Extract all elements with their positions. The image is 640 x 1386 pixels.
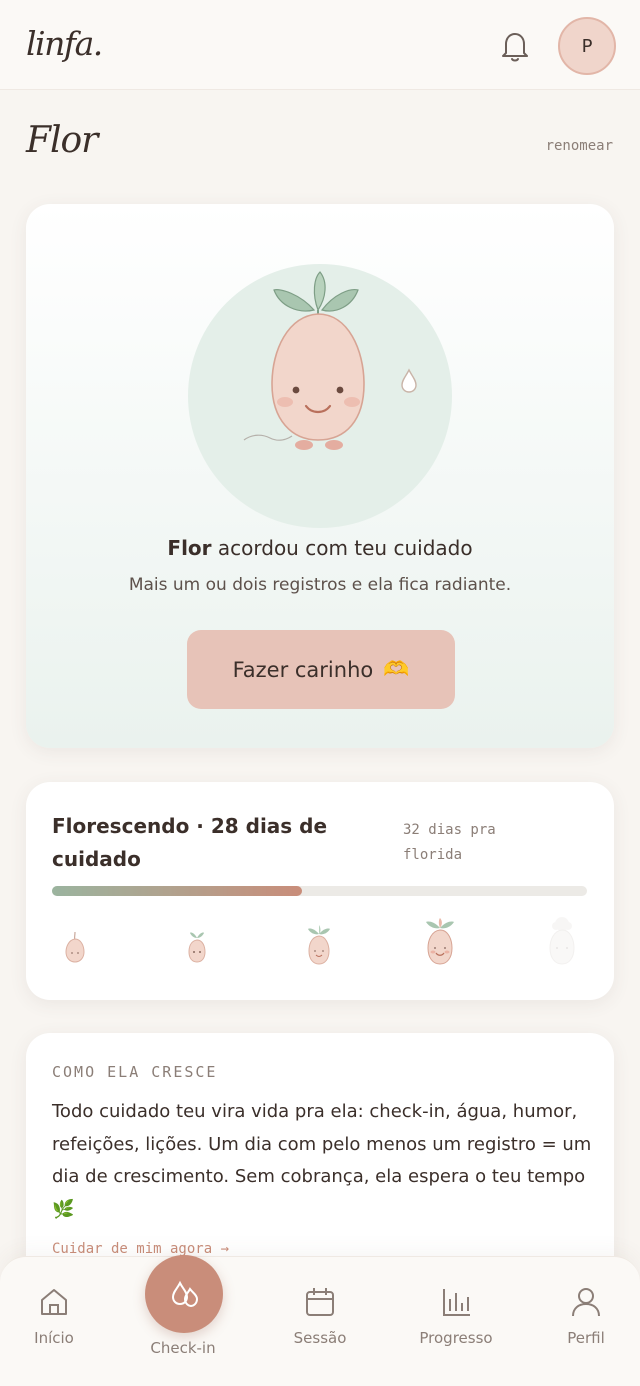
- drops-icon: [171, 1280, 199, 1308]
- stage-sprout-icon: [188, 932, 206, 963]
- hero-subtitle: Mais um ou dois registros e ela fica rad…: [128, 575, 512, 595]
- nav-item-inicio[interactable]: Início: [4, 1285, 104, 1347]
- nav-item-progresso[interactable]: Progresso: [406, 1285, 506, 1347]
- app-logo[interactable]: linfa.: [26, 24, 103, 63]
- bar-chart-icon: [443, 1289, 470, 1316]
- nav-label-inicio: Início: [34, 1329, 74, 1347]
- growth-progress-fill: [52, 886, 302, 896]
- user-icon: [572, 1288, 600, 1317]
- plant-name: Flor: [26, 120, 98, 161]
- stage-sapling-icon: [308, 925, 330, 965]
- nav-label-perfil: Perfil: [567, 1329, 605, 1347]
- top-bar: linfa. P: [0, 0, 640, 90]
- bottom-nav: Início Check-in Sessão Progresso Perfil: [0, 1255, 640, 1386]
- heart-hands-icon: 🫶: [383, 657, 410, 681]
- hero-title-name: Flor: [167, 536, 212, 560]
- check-in-button[interactable]: [145, 1255, 223, 1333]
- growth-stages: [52, 916, 587, 976]
- how-it-grows-text: Todo cuidado teu vira vida pra ela: chec…: [52, 1101, 592, 1220]
- plant-illustration: [243, 271, 417, 450]
- hero-title-rest: acordou com teu cuidado: [211, 536, 473, 560]
- home-icon: [41, 1289, 67, 1315]
- nav-label-progresso: Progresso: [419, 1329, 493, 1347]
- avatar[interactable]: P: [558, 17, 616, 75]
- growth-title: Florescendo · 28 dias de cuidado: [52, 814, 328, 871]
- stage-seed-icon: [65, 931, 85, 963]
- calendar-icon: [306, 1288, 334, 1316]
- growth-progress-card: Florescendo · 28 dias de cuidado 32 dias…: [26, 782, 614, 1000]
- nav-label-check-in[interactable]: Check-in: [133, 1339, 233, 1357]
- care-now-link[interactable]: Cuidar de mim agora →: [52, 1241, 229, 1257]
- fazer-carinho-button[interactable]: Fazer carinho 🫶: [187, 630, 455, 709]
- fazer-carinho-label: Fazer carinho: [232, 657, 374, 682]
- rename-link[interactable]: renomear: [546, 138, 613, 154]
- hero-title: Flor acordou com teu cuidado: [26, 536, 614, 560]
- nav-label-sessao: Sessão: [293, 1329, 347, 1347]
- how-it-grows-card: COMO ELA CRESCE Todo cuidado teu vira vi…: [26, 1033, 614, 1293]
- plant-hero-card: Flor acordou com teu cuidado Mais um ou …: [26, 204, 614, 748]
- stage-bud-icon: [426, 918, 454, 965]
- nav-item-sessao[interactable]: Sessão: [270, 1285, 370, 1347]
- how-it-grows-label: COMO ELA CRESCE: [52, 1063, 218, 1081]
- stage-bloom-icon: [549, 917, 575, 965]
- nav-item-perfil[interactable]: Perfil: [536, 1285, 636, 1347]
- bell-icon[interactable]: [498, 28, 532, 64]
- days-remaining: 32 dias pra florida: [403, 822, 496, 863]
- growth-progress-bar: [52, 886, 587, 896]
